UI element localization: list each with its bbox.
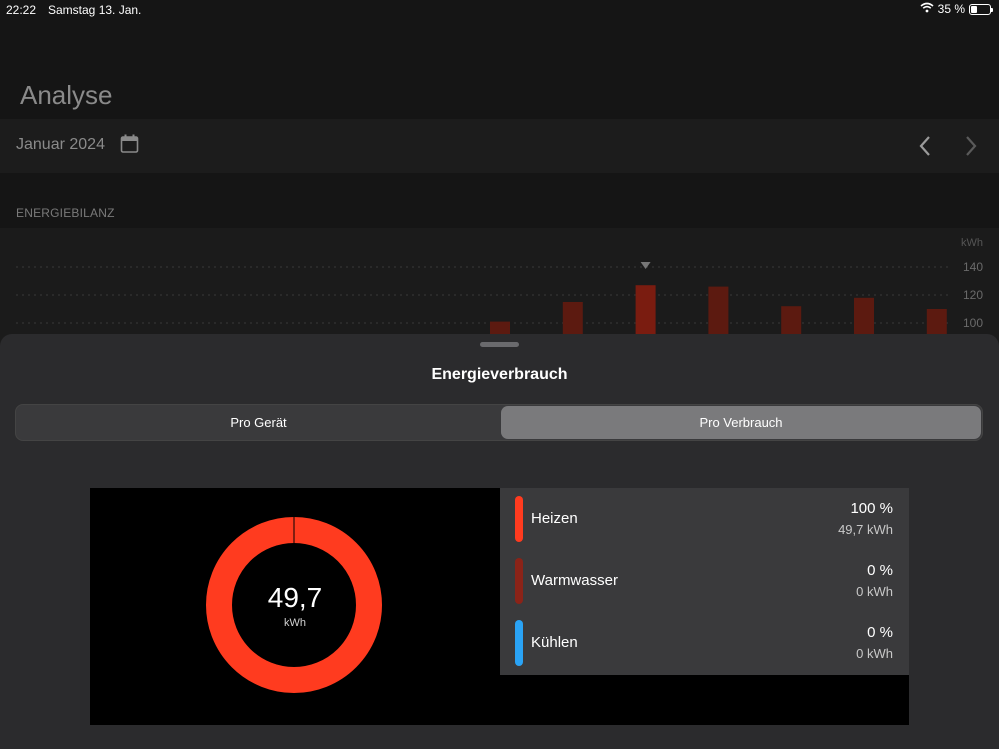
legend-percent: 0 % <box>867 562 893 579</box>
legend-name: Heizen <box>531 510 578 527</box>
legend-item-warmwasser: Warmwasser 0 % 0 kWh <box>500 550 909 612</box>
legend-name: Warmwasser <box>531 572 618 589</box>
battery-fill <box>971 5 978 13</box>
bar-chart-svg: kWh 140 120 100 <box>16 237 983 358</box>
status-time: 22:22 <box>6 3 37 17</box>
wifi-icon <box>920 2 934 16</box>
month-label[interactable]: Januar 2024 <box>16 136 105 154</box>
bottom-sheet: Energieverbrauch Pro Gerät Pro Verbrauch… <box>0 334 999 749</box>
status-bar: 22:22 Samstag 13. Jan. 35 % <box>0 0 999 22</box>
legend-percent: 100 % <box>850 500 893 517</box>
legend-panel-spacer <box>500 675 909 725</box>
y-axis-unit: kWh <box>961 237 983 249</box>
legend-percent: 0 % <box>867 624 893 641</box>
section-label: ENERGIEBILANZ <box>16 206 115 220</box>
legend-item-kuehlen: Kühlen 0 % 0 kWh <box>500 612 909 674</box>
legend-color-heizen <box>515 496 523 542</box>
legend-kwh: 0 kWh <box>856 584 893 599</box>
y-tick-label: 140 <box>963 260 983 274</box>
selected-bar-marker-icon <box>640 262 651 269</box>
energy-balance-chart: kWh 140 120 100 <box>0 228 999 358</box>
donut-panel: 49,7 kWh <box>90 488 500 725</box>
sheet-title: Energieverbrauch <box>431 366 568 383</box>
status-right: 35 % <box>920 2 993 16</box>
legend-kwh: 0 kWh <box>856 646 893 661</box>
legend-name: Kühlen <box>531 634 578 651</box>
status-date: Samstag 13. Jan. <box>48 3 142 17</box>
battery-icon <box>969 3 993 15</box>
calendar-icon[interactable] <box>120 134 139 159</box>
sheet-grabber[interactable] <box>480 342 519 347</box>
month-selector: Januar 2024 <box>0 119 999 173</box>
legend-kwh: 49,7 kWh <box>838 522 893 537</box>
legend-panel: Heizen 100 % 49,7 kWh Warmwasser 0 % 0 k… <box>500 488 909 675</box>
chevron-left-icon[interactable] <box>915 134 935 163</box>
chevron-right-icon[interactable] <box>961 134 981 163</box>
segmented-control: Pro Gerät Pro Verbrauch <box>15 404 983 441</box>
y-tick-label: 100 <box>963 316 983 330</box>
tab-pro-verbrauch[interactable]: Pro Verbrauch <box>501 406 981 439</box>
y-tick-label: 120 <box>963 288 983 302</box>
page-title: Analyse <box>20 80 113 110</box>
tab-pro-geraet[interactable]: Pro Gerät <box>17 406 500 439</box>
legend-color-warmwasser <box>515 558 523 604</box>
donut-value: 49,7 <box>267 582 323 613</box>
battery-percent: 35 % <box>937 2 965 16</box>
donut-unit: kWh <box>284 617 306 629</box>
legend-item-heizen: Heizen 100 % 49,7 kWh <box>500 488 909 550</box>
legend-color-kuehlen <box>515 620 523 666</box>
